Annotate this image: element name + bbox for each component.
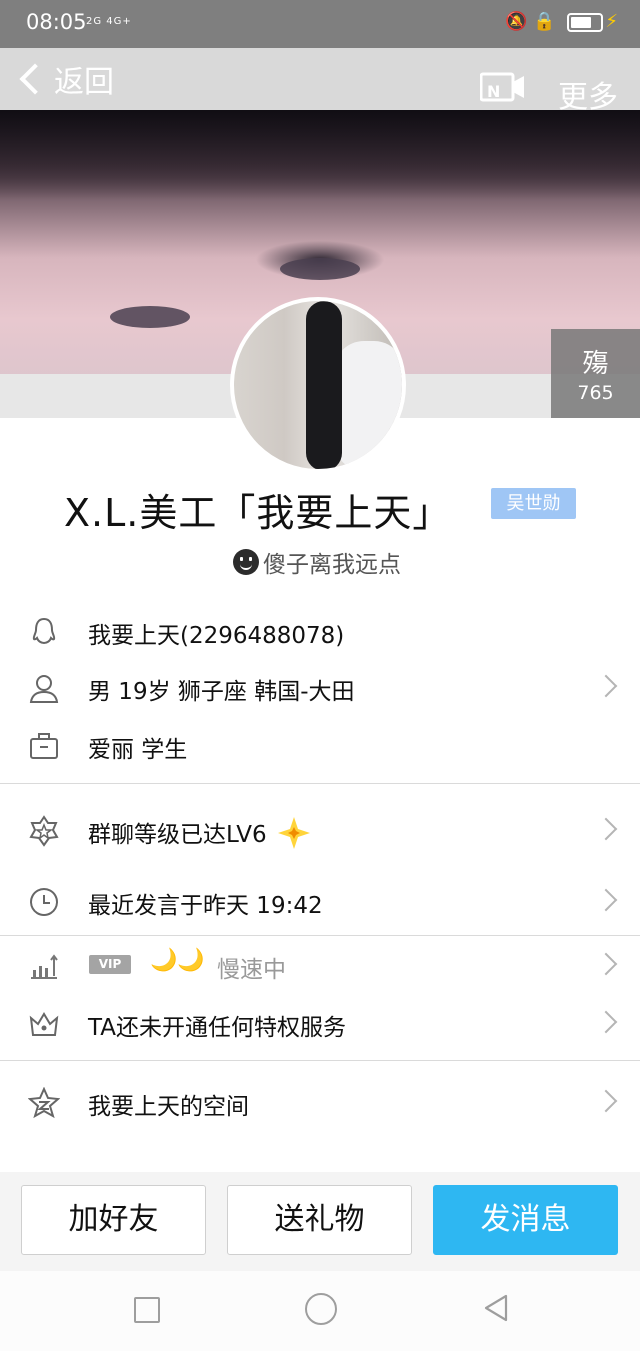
- system-nav-bar: [0, 1271, 640, 1351]
- cover-hair: [0, 110, 640, 200]
- chevron-right-icon: [594, 1089, 618, 1113]
- back-button[interactable]: 返回: [18, 58, 114, 100]
- status-bar: 08:05 2G 4G+ 🔕 🔒 ⚡: [0, 0, 640, 48]
- person-icon: [29, 675, 59, 703]
- signature-text: 傻子离我远点: [263, 552, 401, 578]
- vip-status-text: 慢速中: [217, 957, 286, 983]
- lock-rotation-icon: 🔒: [533, 11, 556, 32]
- signal-indicator: 2G 4G+: [86, 16, 132, 27]
- back-label: 返回: [54, 65, 114, 100]
- qzone-row[interactable]: 我要上天的空间: [0, 1073, 640, 1131]
- chevron-right-icon: [594, 1010, 618, 1034]
- status-time: 08:05: [26, 10, 87, 34]
- divider: [0, 1060, 640, 1061]
- chevron-right-icon: [594, 888, 618, 912]
- info-row-job: 爱丽 学生: [0, 716, 640, 774]
- qq-id-text: 我要上天(2296488078): [88, 623, 345, 649]
- profile-tag[interactable]: 吴世勋: [491, 488, 576, 519]
- send-gift-button[interactable]: 送礼物: [227, 1185, 412, 1255]
- svg-text:N: N: [487, 82, 500, 101]
- privilege-row[interactable]: TA还未开通任何特权服务: [0, 994, 640, 1052]
- nav-bar: 返回 N 更多: [0, 48, 640, 115]
- profile-name: X.L.美工「我要上天」: [64, 491, 452, 535]
- recent-apps-icon[interactable]: [134, 1297, 160, 1323]
- back-chevron-icon: [19, 63, 51, 95]
- send-message-button[interactable]: 发消息: [433, 1185, 618, 1255]
- vip-badge: VIP: [89, 955, 131, 974]
- charging-icon: ⚡: [605, 11, 618, 32]
- video-call-icon[interactable]: N: [480, 72, 526, 102]
- basic-info-text: 男 19岁 狮子座 韩国-大田: [88, 679, 355, 705]
- qzone-star-icon: [28, 1087, 60, 1119]
- badge-count: 765: [577, 382, 614, 404]
- smiley-icon: [233, 549, 259, 575]
- briefcase-icon: [30, 733, 58, 759]
- info-row-basic[interactable]: 男 19岁 狮子座 韩国-大田: [0, 658, 640, 716]
- growth-chart-icon: [31, 954, 58, 979]
- mute-bell-icon: 🔕: [505, 11, 528, 32]
- badge-star-icon: [29, 815, 59, 847]
- clock-icon: [30, 888, 58, 916]
- chevron-right-icon: [594, 674, 618, 698]
- group-level-text: 群聊等级已达LV6: [88, 815, 312, 851]
- popularity-badge[interactable]: 殤 765: [551, 329, 640, 418]
- info-row-qq[interactable]: 我要上天(2296488078): [0, 602, 640, 660]
- privilege-text: TA还未开通任何特权服务: [88, 1015, 346, 1041]
- back-triangle-icon[interactable]: [482, 1293, 510, 1323]
- add-friend-button[interactable]: 加好友: [21, 1185, 206, 1255]
- moon-level-icon: 🌙🌙: [150, 948, 205, 973]
- cover-eye-right: [110, 306, 190, 328]
- vip-row[interactable]: VIP 🌙🌙 慢速中: [0, 936, 640, 994]
- last-speak-row[interactable]: 最近发言于昨天 19:42: [0, 872, 640, 930]
- badge-glyph: 殤: [582, 349, 609, 379]
- qq-penguin-icon: [32, 617, 56, 645]
- chevron-right-icon: [594, 817, 618, 841]
- chevron-right-icon: [594, 952, 618, 976]
- action-bar: 加好友 送礼物 发消息: [0, 1172, 640, 1271]
- group-level-row[interactable]: 群聊等级已达LV6: [0, 801, 640, 859]
- avatar[interactable]: [230, 297, 406, 473]
- level-diamond-icon: [277, 816, 310, 849]
- avatar-figure: [334, 341, 402, 469]
- last-speak-text: 最近发言于昨天 19:42: [88, 893, 323, 919]
- avatar-hair: [306, 301, 342, 469]
- home-icon[interactable]: [305, 1293, 337, 1325]
- group-level-label: 群聊等级已达LV6: [88, 822, 267, 848]
- crown-icon: [29, 1012, 59, 1036]
- status-icons: 🔕 🔒 ⚡: [505, 11, 618, 32]
- job-text: 爱丽 学生: [88, 737, 188, 763]
- battery-icon: [567, 12, 604, 32]
- signature: 傻子离我远点: [233, 545, 401, 579]
- divider: [0, 783, 640, 784]
- cover-eye-left: [280, 258, 360, 280]
- qzone-text: 我要上天的空间: [88, 1094, 249, 1120]
